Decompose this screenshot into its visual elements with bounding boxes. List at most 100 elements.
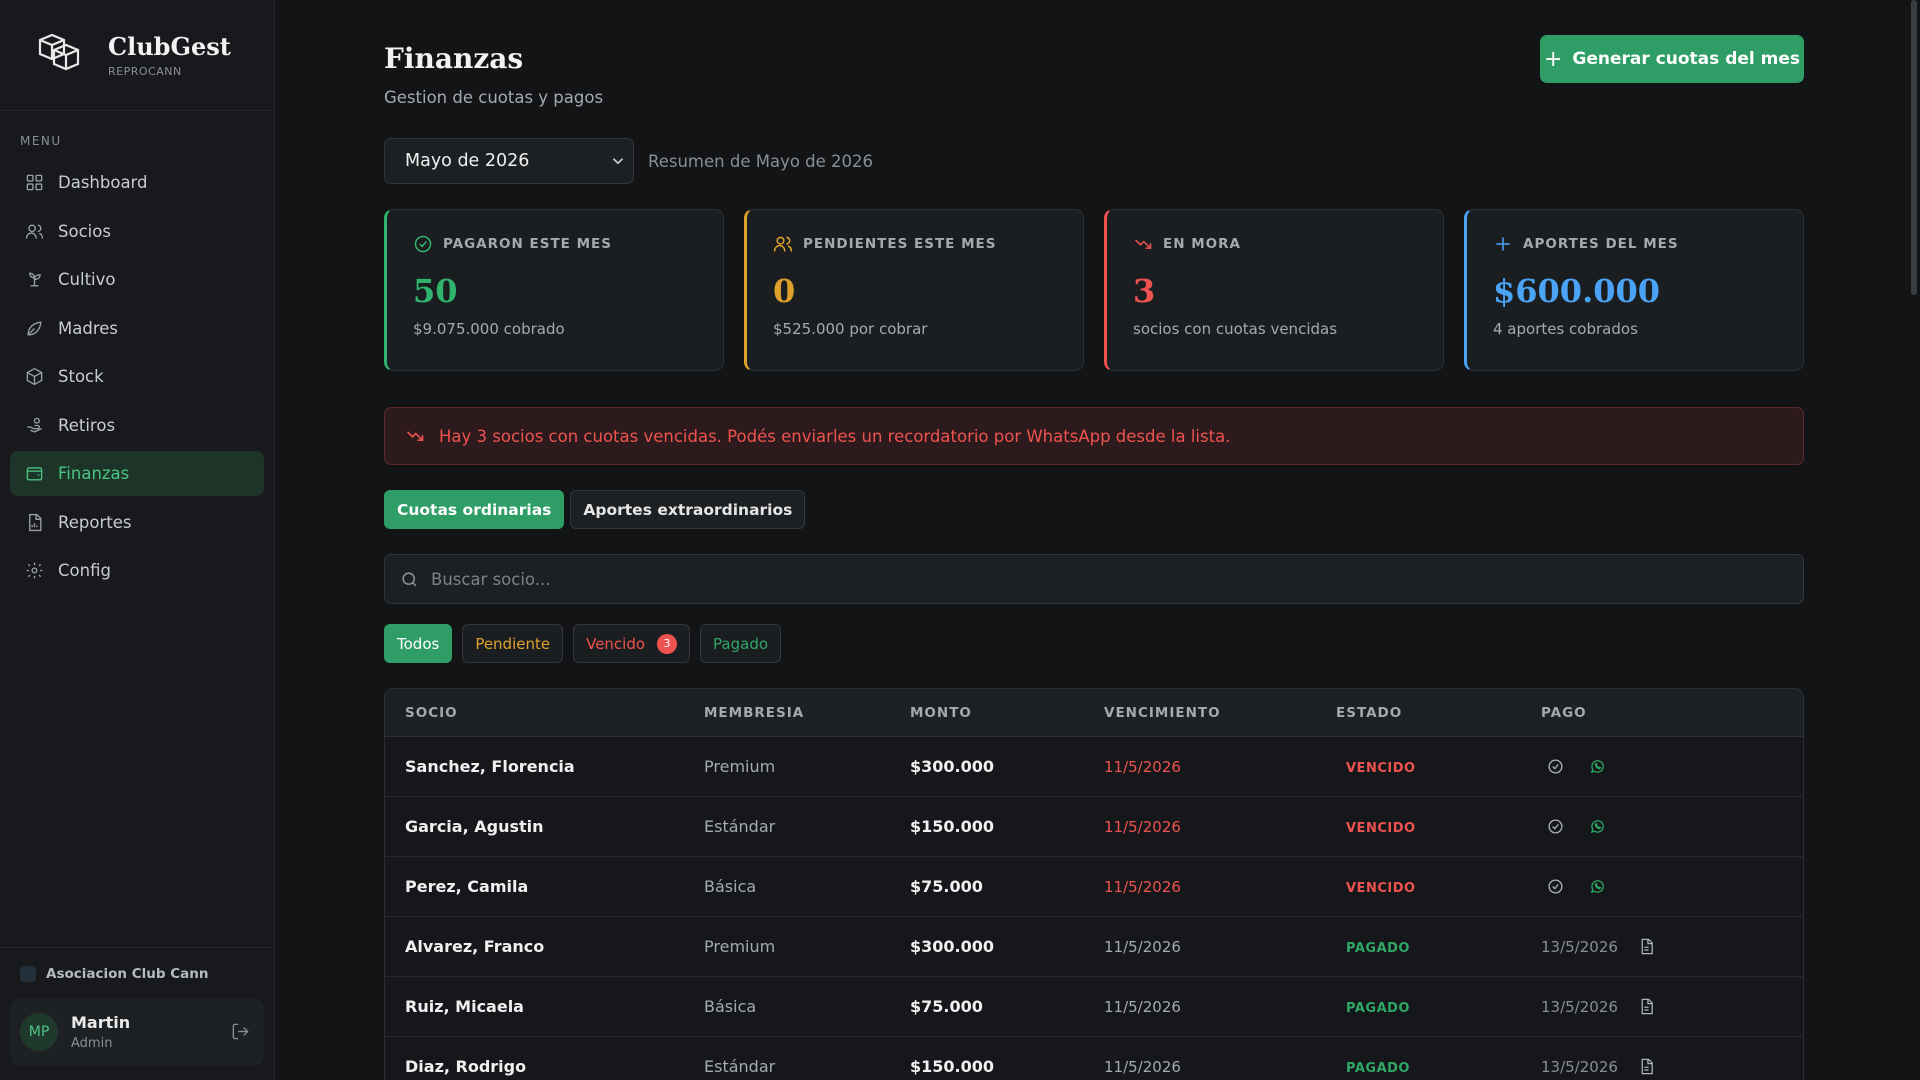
table-row[interactable]: Alvarez, Franco Premium $300.000 11/5/20… [385, 917, 1803, 977]
trending-down-icon [406, 431, 424, 441]
sidebar-item-socios[interactable]: Socios [10, 209, 264, 254]
filter-vencido[interactable]: Vencido 3 [573, 624, 691, 663]
brand[interactable]: ClubGest REPROCANN [0, 0, 274, 111]
plus-icon: + [1543, 46, 1563, 72]
logout-icon[interactable] [231, 1022, 250, 1041]
filter-pendiente[interactable]: Pendiente [462, 624, 564, 663]
page-scrollbar[interactable] [1908, 0, 1920, 1080]
column-header-estado: ESTADO [1336, 704, 1403, 721]
table-row[interactable]: Diaz, Rodrigo Estándar $150.000 11/5/202… [385, 1037, 1803, 1080]
amount: $150.000 [910, 817, 995, 836]
stat-subtext: $9.075.000 cobrado [413, 320, 565, 338]
sidebar-item-cultivo[interactable]: Cultivo [10, 257, 264, 302]
receipt-icon[interactable] [1638, 1058, 1655, 1075]
stat-subtext: socios con cuotas vencidas [1133, 320, 1338, 338]
sprout-icon [29, 272, 41, 287]
member-name[interactable]: Garcia, Agustin [385, 817, 704, 836]
main-content: Finanzas Gestion de cuotas y pagos + Gen… [384, 0, 1804, 1080]
table-row[interactable]: Garcia, Agustin Estándar $150.000 11/5/2… [385, 797, 1803, 857]
period-summary: Resumen de Mayo de 2026 [648, 151, 874, 171]
stat-header: PENDIENTES ESTE MES [773, 234, 1083, 254]
users-icon [25, 223, 44, 239]
box-icon [26, 367, 43, 386]
overdue-alert-text: Hay 3 socios con cuotas vencidas. Podés … [439, 426, 1231, 446]
sidebar-item-config[interactable]: Config [10, 548, 264, 593]
whatsapp-icon[interactable] [1589, 818, 1606, 835]
overdue-alert: Hay 3 socios con cuotas vencidas. Podés … [384, 407, 1804, 465]
generate-fees-button[interactable]: + Generar cuotas del mes [1540, 35, 1804, 83]
member-name[interactable]: Sanchez, Florencia [385, 757, 704, 776]
receipt-icon[interactable] [1638, 938, 1655, 955]
membership: Básica [704, 997, 757, 1016]
stat-label: PENDIENTES ESTE MES [803, 236, 997, 252]
stat-header: APORTES DEL MES [1493, 234, 1803, 254]
plus-icon [1496, 237, 1510, 251]
payment-date: 13/5/2026 [1541, 997, 1618, 1016]
sidebar-item-label: Config [58, 561, 111, 580]
table-row[interactable]: Perez, Camila Básica $75.000 11/5/2026 V… [385, 857, 1803, 917]
sidebar-item-label: Retiros [58, 415, 116, 435]
member-name[interactable]: Perez, Camila [385, 877, 704, 896]
org-name: Asociacion Club Cann [46, 966, 209, 982]
payment-cell: 13/5/2026 [1541, 1058, 1781, 1076]
mark-paid-icon[interactable] [1547, 878, 1564, 895]
due-date: 11/5/2026 [1104, 817, 1181, 836]
org-icon [20, 966, 36, 982]
mark-paid-icon[interactable] [1547, 818, 1564, 835]
fees-table: SOCIO MEMBRESIA MONTO VENCIMIENTO ESTADO PAGO… [384, 688, 1804, 1080]
status-badge: PAGADO [1346, 1061, 1410, 1076]
sidebar-item-retiros[interactable]: Retiros [10, 403, 264, 448]
payment-cell: 13/5/2026 [1541, 938, 1781, 956]
filter-label: Pendiente [475, 634, 551, 653]
sidebar-item-dashboard[interactable]: Dashboard [10, 160, 264, 205]
status-cell: PAGADO [1336, 1057, 1541, 1076]
table-row[interactable]: Sanchez, Florencia Premium $300.000 11/5… [385, 737, 1803, 797]
sidebar-item-madres[interactable]: Madres [10, 306, 264, 351]
status-cell: VENCIDO [1336, 817, 1541, 836]
amount: $300.000 [910, 937, 995, 956]
table-row[interactable]: Ruiz, Micaela Básica $75.000 11/5/2026 P… [385, 977, 1803, 1037]
sidebar-item-stock[interactable]: Stock [10, 354, 264, 399]
hand-icon [27, 417, 42, 433]
filter-todos[interactable]: Todos [384, 624, 453, 663]
payment-cell [1541, 758, 1781, 775]
column-header-socio: SOCIO [405, 704, 458, 721]
member-name[interactable]: Alvarez, Franco [385, 937, 704, 956]
org-selector[interactable]: Asociacion Club Cann [20, 966, 274, 982]
menu-title: MENU [20, 134, 62, 148]
page-subtitle: Gestion de cuotas y pagos [384, 88, 604, 107]
column-header-pago: PAGO [1541, 704, 1587, 721]
table-header: SOCIO MEMBRESIA MONTO VENCIMIENTO ESTADO PAGO [385, 689, 1803, 737]
status-cell: PAGADO [1336, 937, 1541, 956]
sidebar-item-label: Socios [58, 221, 111, 241]
search-bar [384, 554, 1804, 604]
period-select[interactable]: Mayo de 2026 [384, 138, 634, 184]
user-name: Martin [71, 1013, 131, 1032]
tab-aportes-extraordinarios[interactable]: Aportes extraordinarios [570, 490, 806, 529]
member-name[interactable]: Ruiz, Micaela [385, 997, 704, 1016]
stat-label: EN MORA [1163, 236, 1241, 252]
wallet-icon [26, 467, 43, 481]
sidebar-item-label: Stock [58, 367, 104, 386]
sidebar-item-reportes[interactable]: Reportes [10, 500, 264, 545]
user-role: Admin [71, 1036, 113, 1051]
sidebar-item-label: Finanzas [58, 464, 130, 483]
whatsapp-icon[interactable] [1589, 758, 1606, 775]
sidebar-item-finanzas[interactable]: Finanzas [10, 451, 264, 496]
payment-cell [1541, 818, 1781, 835]
leaf-icon [27, 320, 42, 336]
membership: Premium [704, 757, 776, 776]
receipt-icon[interactable] [1638, 998, 1655, 1015]
filter-pagado[interactable]: Pagado [700, 624, 782, 663]
stat-header: EN MORA [1133, 234, 1443, 254]
tab-cuotas-ordinarias[interactable]: Cuotas ordinarias [384, 490, 565, 529]
scrollbar-thumb[interactable] [1911, 0, 1917, 295]
mark-paid-icon[interactable] [1547, 758, 1564, 775]
whatsapp-icon[interactable] [1589, 878, 1606, 895]
search-input[interactable] [431, 569, 1694, 589]
membership: Estándar [704, 1057, 776, 1076]
column-header-membresia: MEMBRESIA [704, 704, 805, 721]
brand-subtitle: REPROCANN [108, 65, 182, 78]
amount: $150.000 [910, 1057, 995, 1076]
member-name[interactable]: Diaz, Rodrigo [385, 1057, 704, 1076]
